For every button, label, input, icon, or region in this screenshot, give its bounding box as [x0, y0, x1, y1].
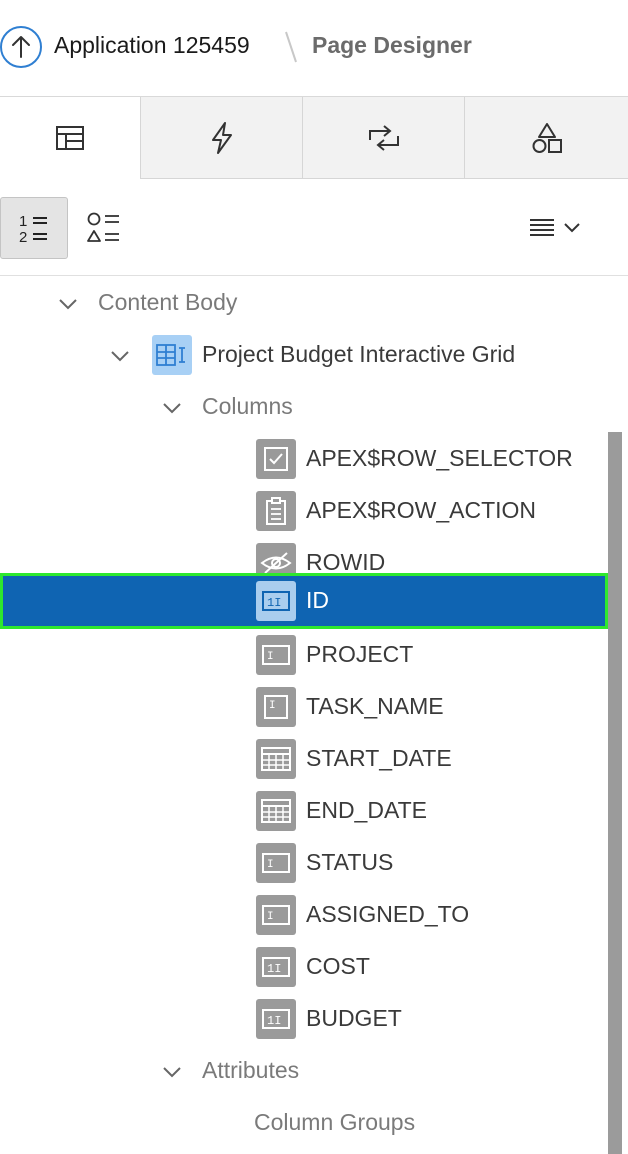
tree-node-region[interactable]: Project Budget Interactive Grid — [0, 329, 608, 381]
tree-node-columns[interactable]: Columns — [0, 381, 608, 433]
tree-node-column[interactable]: I ASSIGNED_TO — [0, 889, 608, 941]
tree-node-column[interactable]: 1I COST — [0, 941, 608, 993]
process-icon — [368, 124, 399, 151]
tree-node-label: Project Budget Interactive Grid — [202, 341, 516, 367]
tree-node-label: PROJECT — [306, 641, 414, 667]
tree-node-label: COST — [306, 953, 370, 979]
text-field-icon: I — [256, 843, 296, 883]
tab-shared-components[interactable] — [464, 97, 628, 179]
tree-node-label: ASSIGNED_TO — [306, 901, 470, 927]
component-list-icon — [87, 212, 119, 242]
tab-dynamic-actions[interactable] — [140, 97, 302, 179]
chevron-down-icon[interactable] — [161, 397, 183, 419]
group-by-component-button[interactable] — [70, 197, 138, 259]
svg-text:1I: 1I — [267, 962, 281, 976]
rendering-icon — [56, 126, 84, 150]
tree-node-column[interactable]: 1I BUDGET — [0, 993, 608, 1045]
svg-text:I: I — [269, 700, 276, 712]
arrow-up-icon — [12, 36, 30, 58]
svg-text:1: 1 — [19, 213, 27, 230]
tree-node-column-groups[interactable]: Column Groups — [0, 1097, 608, 1149]
tree-node-label: BUDGET — [306, 1005, 402, 1031]
tree-node-label: APEX$ROW_ACTION — [306, 497, 537, 523]
tree-node-attributes[interactable]: Attributes — [0, 1045, 608, 1097]
tab-rendering[interactable] — [0, 97, 140, 179]
calendar-icon — [256, 791, 296, 831]
tree-node-column[interactable]: START_DATE — [0, 733, 608, 785]
svg-text:1I: 1I — [267, 1014, 281, 1028]
svg-text:1I: 1I — [267, 596, 281, 610]
chevron-down-icon[interactable] — [161, 1061, 183, 1083]
tree-node-column[interactable]: I STATUS — [0, 837, 608, 889]
svg-text:I: I — [267, 911, 274, 923]
tree-node-content-body[interactable]: Content Body — [0, 277, 608, 329]
breadcrumb-application-link[interactable]: Application 125459 — [54, 32, 250, 59]
tree-menu-button[interactable] — [520, 207, 590, 249]
lightning-icon — [211, 121, 232, 154]
tree-node-label: ID — [306, 587, 329, 613]
number-field-icon: 1I — [256, 947, 296, 987]
tree-toolbar: 1 2 — [0, 179, 628, 276]
svg-text:I: I — [267, 859, 274, 871]
shared-components-icon — [532, 122, 562, 153]
tree-node-label: END_DATE — [306, 797, 427, 823]
text-field-icon: I — [256, 635, 296, 675]
tab-processing[interactable] — [302, 97, 464, 179]
tree-node-label: Columns — [202, 393, 293, 419]
clipboard-icon — [256, 491, 296, 531]
numbered-list-icon: 1 2 — [19, 213, 47, 244]
tree-node-label: Column Groups — [254, 1109, 416, 1135]
tree-node-column[interactable]: APEX$ROW_SELECTOR — [0, 433, 608, 485]
tree-node-label: STATUS — [306, 849, 394, 875]
calendar-icon — [256, 739, 296, 779]
breadcrumb-separator-icon — [285, 31, 297, 63]
header: Application 125459 Page Designer — [0, 0, 628, 97]
tree-node-column[interactable]: END_DATE — [0, 785, 608, 837]
tree-node-column[interactable]: I TASK_NAME — [0, 681, 608, 733]
number-field-icon: 1I — [256, 999, 296, 1039]
group-by-order-button[interactable]: 1 2 — [0, 197, 68, 259]
rendering-tree: Content Body Project Budget Interactive … — [0, 277, 628, 1154]
svg-text:2: 2 — [19, 229, 27, 244]
tree-node-label: APEX$ROW_SELECTOR — [306, 445, 573, 471]
chevron-down-icon — [564, 223, 580, 233]
up-arrow-button[interactable] — [0, 26, 42, 68]
tree-node-column[interactable]: I PROJECT — [0, 629, 608, 681]
tree-node-label: Attributes — [202, 1057, 300, 1083]
svg-text:I: I — [267, 651, 274, 663]
tree-node-column-selected[interactable]: 1I ID — [0, 573, 608, 629]
textarea-icon: I — [256, 687, 296, 727]
tree-scrollbar[interactable] — [608, 432, 622, 1154]
tree-node-label: START_DATE — [306, 745, 452, 771]
interactive-grid-icon — [152, 335, 192, 375]
tree-node-label: Content Body — [98, 289, 238, 315]
tree-node-column[interactable]: APEX$ROW_ACTION — [0, 485, 608, 537]
tree-node-label: TASK_NAME — [306, 693, 444, 719]
designer-tabs — [0, 97, 628, 179]
tree-node-label: ROWID — [306, 549, 386, 575]
page-designer-panel: Application 125459 Page Designer 1 2 Con… — [0, 0, 628, 1154]
checkbox-icon — [256, 439, 296, 479]
menu-lines-icon — [530, 219, 554, 236]
chevron-down-icon[interactable] — [57, 293, 79, 315]
page-title: Page Designer — [312, 32, 472, 58]
chevron-down-icon[interactable] — [109, 345, 131, 367]
text-field-icon: I — [256, 895, 296, 935]
number-field-icon: 1I — [256, 581, 296, 621]
